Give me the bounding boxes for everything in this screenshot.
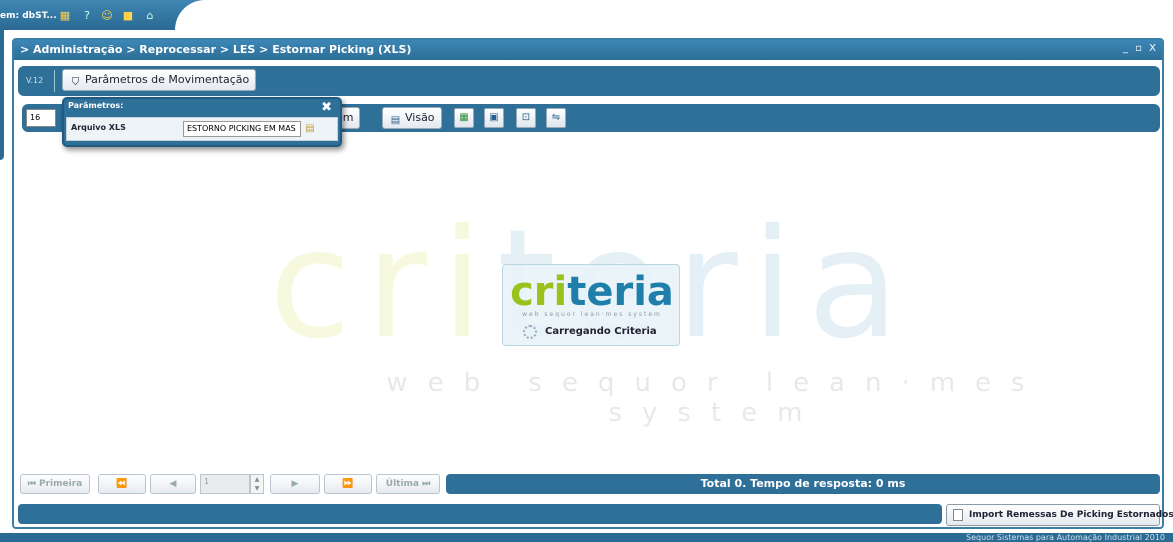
help-icon[interactable]: ?	[80, 9, 94, 23]
page-number-input[interactable]: 1	[200, 474, 250, 494]
logo-tagline: web sequor lean·mes system	[522, 311, 662, 318]
watermark-subtitle: web sequor lean·mes system	[386, 368, 1045, 428]
import-button-label: Import Remessas De Picking Estornados	[969, 510, 1173, 520]
view-button[interactable]: ▤ Visão	[382, 107, 442, 129]
top-bar: em: dbST... ▦ ? ☺ ■ ⌂	[0, 0, 1173, 30]
browse-icon[interactable]: ▤	[301, 121, 319, 137]
params-popup: Parâmetros: ✖ Arquivo XLS ESTORNO PICKIN…	[62, 97, 342, 147]
toolbar-separator	[54, 70, 55, 92]
user-icon[interactable]: ☺	[100, 9, 114, 23]
save-icon[interactable]: ▣	[484, 108, 504, 128]
left-strip	[0, 30, 10, 542]
view-button-label: Visão	[405, 111, 435, 124]
funnel-icon: ⛉	[71, 77, 80, 88]
next-fast-button[interactable]: ⏩	[324, 474, 372, 494]
lock-icon[interactable]: ■	[121, 9, 135, 23]
breadcrumb: > Administração > Reprocessar > LES > Es…	[14, 40, 1162, 60]
import-button[interactable]: Import Remessas De Picking Estornados	[946, 504, 1173, 526]
home-icon[interactable]: ⌂	[143, 9, 157, 23]
popup-title: Parâmetros:	[68, 101, 124, 110]
first-page-button[interactable]: ⏮ Primeira	[20, 474, 90, 494]
loading-message: Carregando Criteria	[545, 326, 657, 337]
spinner-icon	[523, 325, 537, 339]
window-controls[interactable]: _ ▫ X	[1123, 43, 1158, 54]
criteria-logo: criteria	[510, 269, 674, 315]
filter-icon[interactable]: ⇋	[546, 108, 566, 128]
main-window: > Administração > Reprocessar > LES > Es…	[12, 38, 1173, 529]
close-icon[interactable]: ✖	[321, 100, 332, 115]
loading-panel: criteria web sequor lean·mes system Carr…	[502, 264, 680, 346]
top-bar-curve	[175, 0, 1173, 30]
version-label: V.12	[26, 76, 44, 85]
system-label: em: dbST...	[0, 11, 57, 21]
bottom-bar	[18, 504, 942, 524]
document-icon	[953, 509, 963, 521]
prev-page-button[interactable]: ◀	[150, 474, 196, 494]
xls-file-input[interactable]: ESTORNO PICKING EM MAS	[183, 121, 301, 137]
prev-fast-button[interactable]: ⏪	[98, 474, 146, 494]
xls-file-row: Arquivo XLS ESTORNO PICKING EM MAS ▤	[66, 117, 338, 141]
page-size-input[interactable]: 16	[26, 109, 56, 127]
params-button-label: Parâmetros de Movimentação	[85, 73, 250, 86]
status-bar: Total 0. Tempo de resposta: 0 ms	[446, 474, 1160, 494]
xls-file-label: Arquivo XLS	[71, 123, 126, 132]
main-toolbar: V.12 ⛉ Parâmetros de Movimentação	[18, 66, 1160, 96]
export-icon[interactable]: ⊡	[516, 108, 536, 128]
excel-icon[interactable]: ▦	[454, 108, 474, 128]
params-button[interactable]: ⛉ Parâmetros de Movimentação	[62, 69, 257, 91]
next-page-button[interactable]: ▶	[270, 474, 320, 494]
footer: Sequor Sistemas para Automação Industria…	[0, 533, 1173, 542]
page-spinner[interactable]: ▲ ▼	[250, 474, 264, 494]
last-page-button[interactable]: Última ⏭	[376, 474, 440, 494]
grid-icon[interactable]: ▦	[58, 9, 72, 23]
view-icon: ▤	[390, 115, 401, 126]
